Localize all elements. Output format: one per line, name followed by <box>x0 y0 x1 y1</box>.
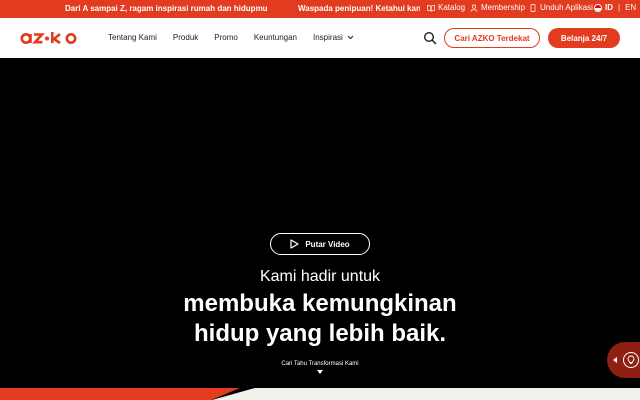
announcement-bar: Dari A sampai Z, ragam inspirasi rumah d… <box>0 0 640 18</box>
catalog-label: Katalog <box>438 3 466 12</box>
nav-item-inspiration[interactable]: Inspirasi <box>313 33 354 42</box>
play-video-label: Putar Video <box>305 239 350 249</box>
floating-help-button[interactable] <box>607 342 640 378</box>
nav-item-about[interactable]: Tentang Kami <box>108 33 157 42</box>
scroll-cta-link[interactable]: Cari Tahu Transformasi Kami <box>0 361 640 367</box>
lang-en-option[interactable]: EN <box>625 3 636 12</box>
promo-text-left: Dari A sampai Z, ragam inspirasi rumah d… <box>65 4 268 13</box>
hero-headline-line2: hidup yang lebih baik. <box>193 320 447 347</box>
book-icon <box>427 4 435 11</box>
find-store-button[interactable]: Cari AZKO Terdekat <box>444 28 540 48</box>
nav-item-inspiration-label: Inspirasi <box>313 33 343 42</box>
hero-video-section: Putar Video Kami hadir untuk membuka kem… <box>0 58 640 400</box>
membership-link[interactable]: Membership <box>470 3 525 12</box>
phone-icon <box>530 3 536 12</box>
catalog-link[interactable]: Katalog <box>427 3 465 12</box>
bottom-accent-light <box>212 388 640 400</box>
main-header: az•ko Tentang Kami Produk Promo Keuntung… <box>0 18 640 58</box>
search-icon[interactable] <box>423 31 437 45</box>
caret-left-icon <box>613 357 617 363</box>
app-download-link[interactable]: Unduh Aplikasi <box>529 3 593 12</box>
caret-down-icon[interactable] <box>317 370 323 374</box>
language-switcher: ID | EN <box>594 3 636 12</box>
chevron-down-icon <box>347 35 354 40</box>
nav-item-promo[interactable]: Promo <box>214 33 238 42</box>
shop-button[interactable]: Belanja 24/7 <box>548 28 620 48</box>
lang-separator: | <box>618 3 621 12</box>
bottom-accent-red <box>0 388 240 400</box>
lightbulb-icon <box>623 352 639 368</box>
user-icon <box>470 4 478 12</box>
app-download-label: Unduh Aplikasi <box>540 3 593 12</box>
promo-text-right[interactable]: Waspada penipuan! Ketahui kanal resmi <box>298 4 420 13</box>
lang-id-option[interactable]: ID <box>605 3 613 12</box>
azko-logo[interactable]: az•ko <box>20 28 84 48</box>
azko-logo-mark <box>20 32 77 45</box>
hero-headline-line1: membuka kemungkinan <box>183 290 457 317</box>
nav-item-benefits[interactable]: Keuntungan <box>254 33 297 42</box>
indonesia-flag-icon <box>594 3 602 12</box>
play-video-button[interactable]: Putar Video <box>270 233 370 255</box>
play-icon <box>290 239 299 249</box>
nav-item-products[interactable]: Produk <box>173 33 198 42</box>
primary-nav: Tentang Kami Produk Promo Keuntungan Ins… <box>108 33 370 42</box>
hero-subtitle: Kami hadir untuk <box>259 268 381 285</box>
membership-label: Membership <box>481 3 526 12</box>
